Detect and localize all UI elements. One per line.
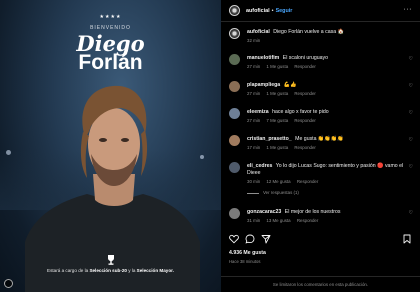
like-icon[interactable]: [229, 234, 239, 244]
comment-text: 💪👍: [283, 82, 297, 88]
author-avatar[interactable]: [229, 28, 240, 39]
comment-avatar[interactable]: [229, 108, 240, 119]
comment-meta: 30 min 12 Me gusta Responder: [247, 179, 323, 184]
comment-username[interactable]: manuelotifim: [247, 55, 279, 61]
caption-time: 32 min: [247, 38, 261, 43]
separator-dot: •: [271, 7, 274, 14]
comment-time: 17 min: [247, 145, 261, 150]
like-comment-icon[interactable]: ♡: [409, 137, 413, 143]
share-icon[interactable]: [261, 234, 271, 244]
reply-button[interactable]: Responder: [294, 64, 315, 69]
image-caption: Estará a cargo de la Selección sub-20 y …: [0, 268, 221, 273]
comment-body: cristian_prasetto_ Me gusta 👏👏👏👏: [247, 136, 405, 143]
caption-meta: 32 min: [247, 38, 265, 43]
reply-button[interactable]: Responder: [297, 218, 318, 223]
comment-avatar[interactable]: [229, 135, 240, 146]
caption-text: Estará a cargo de la: [47, 268, 90, 273]
comment-item: plapampliega 💪👍 27 min 1 Me gusta Respon…: [229, 81, 415, 101]
comment-likes[interactable]: 1 Me gusta: [266, 91, 288, 96]
post-caption: aufoficial Diego Forlán vuelve a casa 🏠 …: [229, 28, 415, 46]
comment-likes[interactable]: 13 Me gusta: [266, 218, 290, 223]
post-time: Hace 38 minutos: [229, 259, 261, 264]
comment-item: manuelotifim El scaloni uruguayo 27 min …: [229, 54, 415, 74]
likes-count[interactable]: 4.936 Me gusta: [229, 250, 266, 256]
like-comment-icon[interactable]: ♡: [409, 164, 413, 170]
comment-text: hace algo x favor te pido: [272, 109, 329, 115]
comment-meta: 27 min 1 Me gusta Responder: [247, 91, 321, 96]
like-comment-icon[interactable]: ♡: [409, 56, 413, 62]
comment-username[interactable]: gonzacarac23: [247, 209, 281, 215]
comment-time: 30 min: [247, 179, 261, 184]
reply-button[interactable]: Responder: [294, 91, 315, 96]
post-image[interactable]: ★★★★ BIENVENIDO Diego Forlán Estará a ca…: [0, 0, 221, 292]
comments-list[interactable]: aufoficial Diego Forlán vuelve a casa 🏠 …: [221, 25, 420, 230]
save-icon[interactable]: [402, 234, 412, 244]
comment-time: 27 min: [247, 118, 261, 123]
view-replies-button[interactable]: Ver respuestas (1): [247, 190, 299, 195]
comment-item: cristian_prasetto_ Me gusta 👏👏👏👏 17 min …: [229, 135, 415, 155]
caption-body: aufoficial Diego Forlán vuelve a casa 🏠: [247, 29, 405, 36]
comment-username[interactable]: plapampliega: [247, 82, 280, 88]
rating-stars: ★★★★: [99, 14, 122, 20]
caption-bold: Selección sub-20: [89, 268, 127, 273]
comment-time: 31 min: [247, 218, 261, 223]
comment-icon[interactable]: [245, 234, 255, 244]
comment-item: eli_cedres Yo lo dijo Lucas Sugo: sentim…: [229, 162, 415, 202]
caption-text: Diego Forlán vuelve a casa 🏠: [273, 29, 344, 35]
like-comment-icon[interactable]: ♡: [409, 210, 413, 216]
comment-meta: 17 min 1 Me gusta Responder: [247, 145, 321, 150]
author-username[interactable]: aufoficial: [247, 29, 270, 35]
reply-button[interactable]: Responder: [294, 145, 315, 150]
comment-text: Me gusta 👏👏👏👏: [295, 136, 344, 142]
comment-username[interactable]: cristian_prasetto_: [247, 136, 292, 142]
comment-meta: 27 min 1 Me gusta Responder: [247, 64, 321, 69]
reply-button[interactable]: Responder: [297, 179, 318, 184]
post-header: aufoficial • Seguir ···: [221, 0, 420, 22]
comments-panel: aufoficial • Seguir ··· aufoficial Diego…: [221, 0, 420, 292]
more-options-icon[interactable]: ···: [404, 6, 413, 13]
instagram-post-view: ★★★★ BIENVENIDO Diego Forlán Estará a ca…: [0, 0, 420, 292]
comment-likes[interactable]: 7 Me gusta: [266, 118, 288, 123]
like-comment-icon[interactable]: ♡: [409, 110, 413, 116]
caption-bold: Selección Mayor.: [136, 268, 174, 273]
trophy-icon: [108, 255, 114, 265]
comment-body: manuelotifim El scaloni uruguayo: [247, 55, 405, 62]
comments-limited-notice: Se limitaron los comentarios en esta pub…: [221, 276, 420, 292]
author-avatar[interactable]: [229, 5, 240, 16]
stadium-light: [200, 155, 204, 159]
comment-avatar[interactable]: [229, 54, 240, 65]
comment-item: gonzacarac23 El mejor de los nuestros 31…: [229, 208, 415, 228]
comment-body: gonzacarac23 El mejor de los nuestros: [247, 209, 405, 216]
comment-meta: 31 min 13 Me gusta Responder: [247, 218, 323, 223]
comment-time: 27 min: [247, 91, 261, 96]
comment-body: eli_cedres Yo lo dijo Lucas Sugo: sentim…: [247, 163, 405, 177]
comment-avatar[interactable]: [229, 162, 240, 173]
follow-button[interactable]: Seguir: [276, 8, 293, 14]
comment-avatar[interactable]: [229, 81, 240, 92]
stadium-light: [6, 150, 11, 155]
comment-likes[interactable]: 1 Me gusta: [266, 145, 288, 150]
comment-likes[interactable]: 1 Me gusta: [266, 64, 288, 69]
comment-text: El scaloni uruguayo: [282, 55, 329, 61]
author-username[interactable]: aufoficial: [246, 8, 270, 14]
comment-body: plapampliega 💪👍: [247, 82, 405, 89]
comment-likes[interactable]: 12 Me gusta: [266, 179, 290, 184]
comment-username[interactable]: eleemiza: [247, 109, 269, 115]
comment-time: 27 min: [247, 64, 261, 69]
last-name-title: Forlán: [78, 51, 143, 74]
comment-avatar[interactable]: [229, 208, 240, 219]
comment-username[interactable]: eli_cedres: [247, 163, 272, 169]
comment-meta: 27 min 7 Me gusta Responder: [247, 118, 321, 123]
like-comment-icon[interactable]: ♡: [409, 83, 413, 89]
comment-item: eleemiza hace algo x favor te pido 27 mi…: [229, 108, 415, 128]
comment-text: El mejor de los nuestros: [284, 209, 341, 215]
reply-button[interactable]: Responder: [294, 118, 315, 123]
action-bar: [229, 234, 412, 246]
caption-text: y la: [126, 268, 137, 273]
comment-body: eleemiza hace algo x favor te pido: [247, 109, 405, 116]
tagged-users-icon[interactable]: [4, 279, 13, 288]
